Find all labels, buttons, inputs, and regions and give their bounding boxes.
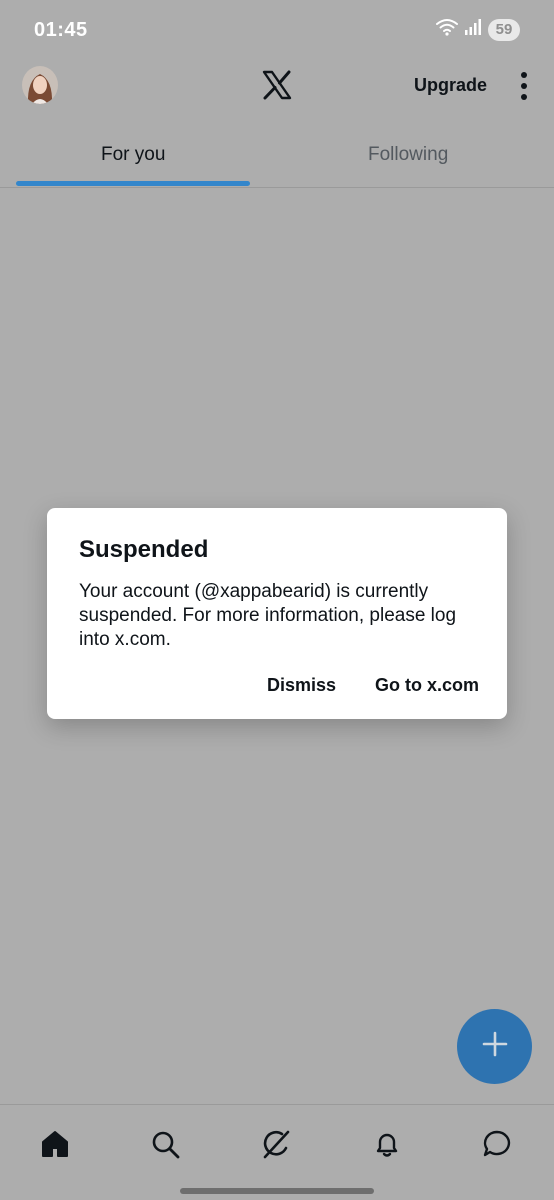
app-bar: Upgrade xyxy=(0,60,554,116)
dialog-title: Suspended xyxy=(79,536,209,563)
upgrade-button[interactable]: Upgrade xyxy=(414,75,487,96)
tab-selected-indicator xyxy=(16,181,250,186)
timeline-tabs: For you Following xyxy=(0,132,554,188)
avatar[interactable] xyxy=(22,66,58,104)
status-bar: 01:45 59 xyxy=(0,0,554,60)
x-logo-icon xyxy=(261,69,293,101)
home-screen: 01:45 59 Upgrade For you Following Suspe… xyxy=(0,0,554,1200)
bottom-navigation xyxy=(0,1104,554,1200)
status-icons: 59 xyxy=(436,18,520,41)
grok-icon[interactable] xyxy=(259,1127,293,1161)
home-icon[interactable] xyxy=(38,1127,72,1161)
dialog-message: Your account (@xappabearid) is currently… xyxy=(79,581,457,650)
suspended-dialog: Suspended Your account (@xappabearid) is… xyxy=(47,508,507,719)
search-icon[interactable] xyxy=(148,1127,182,1161)
more-vertical-icon[interactable] xyxy=(514,69,534,103)
notifications-icon[interactable] xyxy=(370,1127,404,1161)
wifi-icon xyxy=(436,18,458,41)
tab-for-you[interactable]: For you xyxy=(101,144,165,166)
home-indicator[interactable] xyxy=(180,1188,374,1194)
dismiss-button[interactable]: Dismiss xyxy=(267,675,336,696)
signal-icon xyxy=(464,18,482,41)
status-time: 01:45 xyxy=(34,19,88,41)
messages-icon[interactable] xyxy=(480,1127,514,1161)
tab-following[interactable]: Following xyxy=(368,144,448,166)
plus-icon xyxy=(482,1031,508,1062)
compose-post-button[interactable] xyxy=(457,1009,532,1084)
go-to-x-com-button[interactable]: Go to x.com xyxy=(375,675,479,696)
battery-icon: 59 xyxy=(488,18,520,41)
